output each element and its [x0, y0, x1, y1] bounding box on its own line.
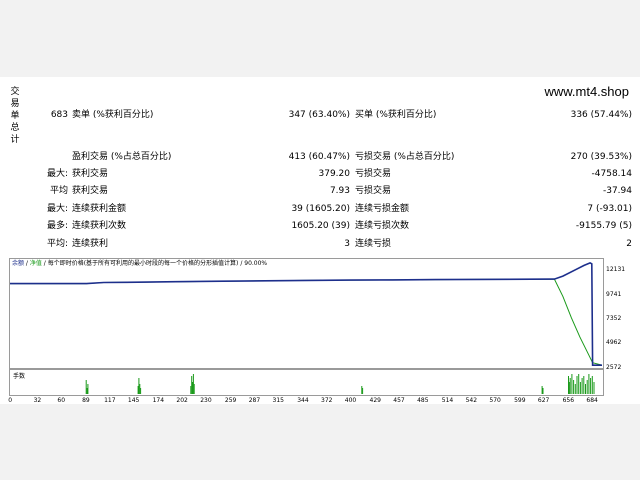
x-tick-label: 89 — [82, 397, 90, 404]
stat-label: 连续亏损金额 — [355, 204, 410, 214]
stat-label: 亏损交易 (%占总百分比) — [355, 152, 455, 162]
stat-prefix: 平均 — [49, 186, 68, 196]
x-tick-label: 0 — [8, 397, 13, 404]
volume-bar — [542, 388, 544, 394]
stat-value: 347 (63.40%) — [288, 110, 350, 120]
volume-bar — [569, 378, 571, 394]
y-tick-label: 7352 — [606, 315, 622, 322]
stat-prefix: 平均: — [46, 239, 68, 249]
stat-value: 2 — [626, 239, 632, 249]
stat-value: 413 (60.47%) — [288, 152, 350, 162]
stat-prefix: 683 — [50, 110, 68, 120]
stat-value: 379.20 — [318, 169, 351, 179]
stat-value: -9155.79 (5) — [575, 221, 632, 231]
volume-bar — [576, 376, 578, 394]
y-tick-label: 9741 — [606, 291, 622, 298]
balance-line — [10, 262, 602, 366]
x-tick-label: 514 — [441, 397, 454, 404]
x-tick-label: 457 — [393, 397, 405, 404]
stat-prefix: 最大: — [46, 204, 68, 214]
stat-label: 卖单 (%获利百分比) — [72, 110, 154, 120]
volume-bar — [578, 374, 580, 394]
side-char: 交 — [10, 87, 20, 97]
x-tick-label: 627 — [537, 397, 550, 404]
x-tick-label: 656 — [562, 397, 575, 404]
x-tick-label: 400 — [344, 397, 357, 404]
volume-bar — [586, 380, 588, 394]
volume-bar — [87, 384, 89, 394]
volume-bar — [590, 378, 592, 394]
volume-bar — [140, 388, 142, 394]
x-tick-label: 372 — [321, 397, 333, 404]
equity-line — [10, 278, 602, 366]
stat-label: 盈利交易 (%占总百分比) — [72, 152, 172, 162]
stat-label: 获利交易 — [72, 186, 109, 196]
stat-value: 3 — [344, 239, 350, 249]
x-tick-label: 117 — [104, 397, 116, 404]
volume-bar — [581, 378, 583, 394]
stat-value: 7 (-93.01) — [587, 204, 632, 214]
volume-bar — [190, 386, 192, 394]
volume-bar — [591, 376, 593, 394]
stat-value: 7.93 — [329, 186, 350, 196]
volume-bar — [585, 384, 586, 394]
volume-bar — [573, 380, 575, 394]
x-tick-label: 485 — [417, 397, 429, 404]
volume-bar — [583, 376, 585, 394]
stat-value: 1605.20 (39) — [291, 221, 350, 231]
stat-label: 亏损交易 — [355, 169, 392, 179]
balance-chart — [10, 262, 602, 366]
volume-bar — [574, 384, 576, 394]
stat-value: -4758.14 — [591, 169, 632, 179]
stat-value: 336 (57.44%) — [570, 110, 632, 120]
stat-label: 连续亏损 — [355, 239, 392, 249]
volume-bar — [541, 386, 543, 394]
stat-label: 买单 (%获利百分比) — [355, 110, 437, 120]
stat-label: 连续获利金额 — [72, 204, 127, 214]
x-tick-label: 570 — [489, 397, 501, 404]
stat-label: 获利交易 — [72, 169, 109, 179]
stat-label: 亏损交易 — [355, 186, 392, 196]
x-tick-label: 344 — [297, 397, 309, 404]
x-tick-label: 230 — [200, 397, 212, 404]
x-tick-label: 202 — [176, 397, 188, 404]
volume-bar — [571, 374, 573, 394]
side-char: 易 — [10, 99, 20, 109]
volume-bar — [362, 388, 364, 394]
stat-value: 270 (39.53%) — [570, 152, 632, 162]
stat-label: 连续获利 — [72, 239, 109, 249]
stat-prefix: 最大: — [46, 169, 68, 179]
x-tick-label: 287 — [248, 397, 261, 404]
volume-bar — [568, 382, 570, 394]
x-tick-label: 32 — [33, 397, 42, 404]
volume-bar — [593, 382, 595, 394]
volume-bar — [85, 380, 87, 394]
volume-bar — [588, 374, 590, 394]
volume-bar — [193, 384, 195, 394]
watermark: www.mt4.shop — [544, 84, 629, 99]
x-tick-label: 429 — [369, 397, 381, 404]
x-tick-label: 145 — [127, 397, 140, 404]
stat-value: 39 (1605.20) — [291, 204, 350, 214]
x-tick-label: 259 — [224, 397, 237, 404]
x-tick-label: 542 — [465, 397, 478, 404]
side-char: 计 — [10, 135, 20, 145]
volume-bar — [192, 382, 193, 394]
stat-prefix: 最多: — [46, 221, 68, 231]
x-tick-label: 60 — [57, 397, 66, 404]
x-tick-label: 684 — [586, 397, 598, 404]
volume-chart — [85, 374, 595, 394]
side-char: 总 — [10, 123, 20, 133]
x-tick-label: 599 — [514, 397, 526, 404]
volume-bar — [579, 382, 581, 394]
stat-label: 连续获利次数 — [72, 221, 127, 231]
y-tick-label: 12131 — [606, 266, 626, 273]
stat-label: 连续亏损次数 — [355, 221, 410, 231]
stat-value: -37.94 — [602, 186, 632, 196]
y-tick-label: 2572 — [606, 364, 622, 371]
y-tick-label: 4962 — [606, 339, 622, 346]
x-tick-label: 174 — [152, 397, 165, 404]
x-tick-label: 315 — [272, 397, 284, 404]
volume-bar — [138, 378, 140, 394]
